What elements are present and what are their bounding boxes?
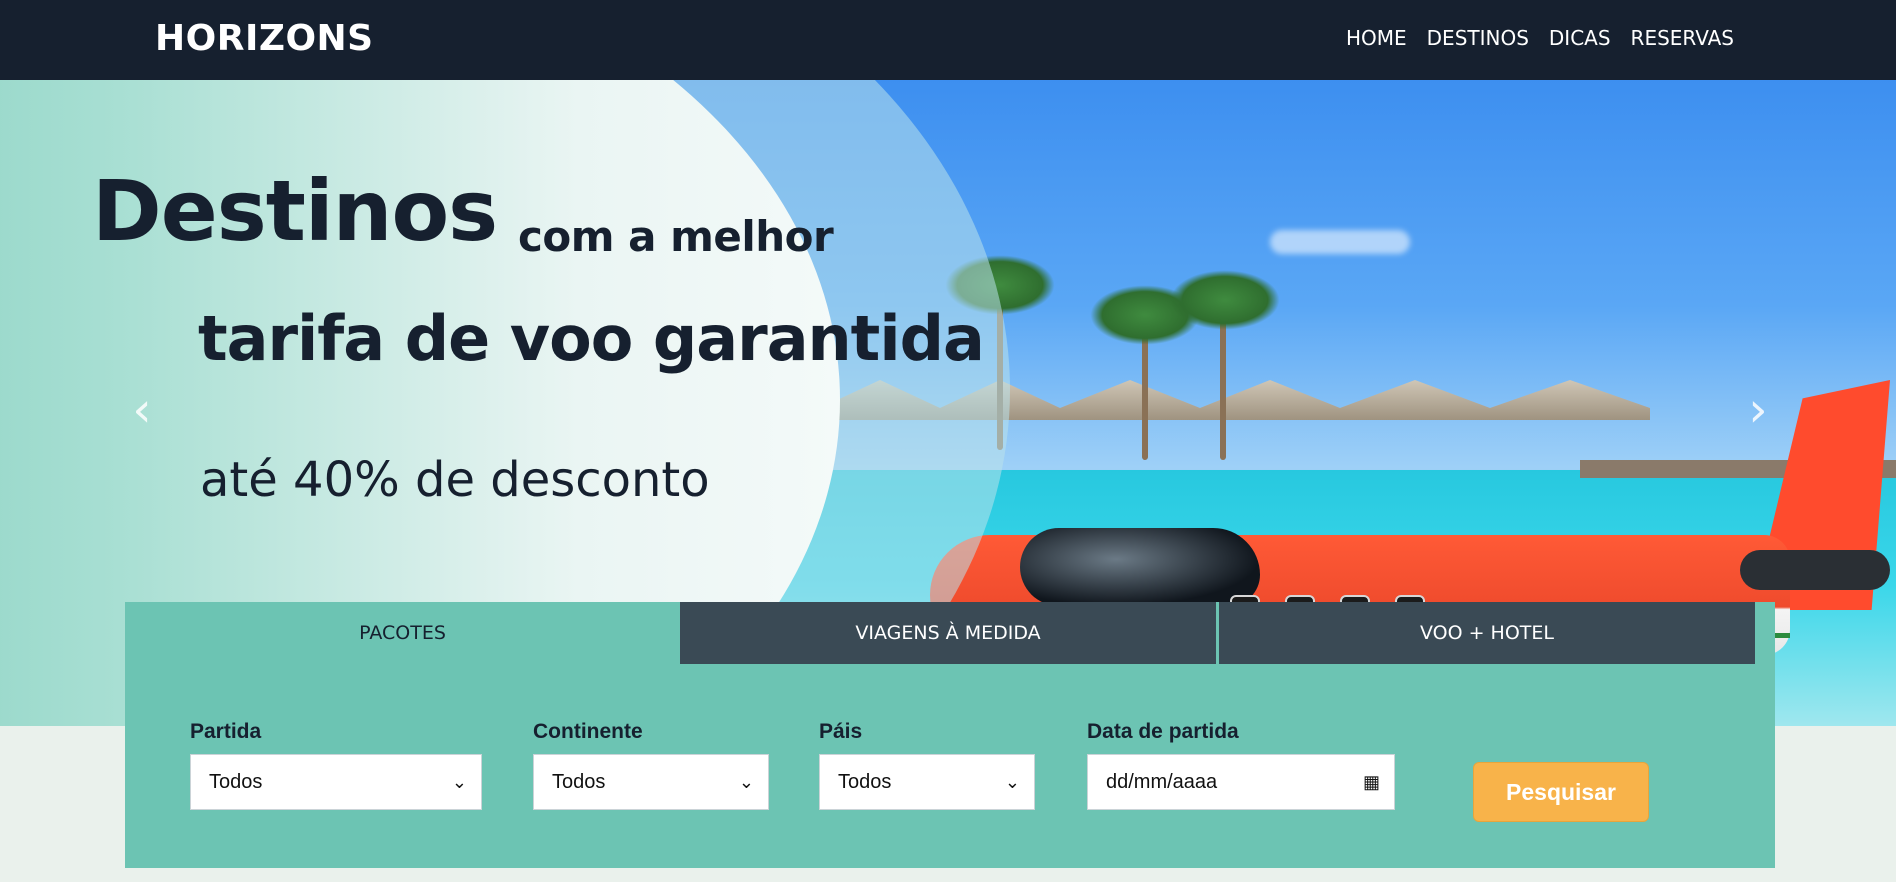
- pais-select[interactable]: Todos ⌄: [819, 754, 1035, 810]
- main-nav: HOME DESTINOS DICAS RESERVAS: [1346, 26, 1734, 50]
- nav-destinos[interactable]: DESTINOS: [1427, 26, 1529, 50]
- date-input[interactable]: dd/mm/aaaa ▦: [1087, 754, 1395, 810]
- tab-viagens-a-medida[interactable]: VIAGENS À MEDIDA: [680, 602, 1219, 664]
- nav-home[interactable]: HOME: [1346, 26, 1407, 50]
- tab-voo-hotel[interactable]: VOO + HOTEL: [1219, 602, 1755, 664]
- data-partida-field: Data de partida dd/mm/aaaa ▦: [1087, 720, 1395, 810]
- continente-label: Continente: [533, 720, 643, 743]
- hero-subtitle: tarifa de voo garantida: [198, 302, 985, 375]
- brand-logo[interactable]: HORIZONS: [155, 18, 374, 59]
- pais-value: Todos: [838, 770, 892, 793]
- continente-value: Todos: [552, 770, 606, 793]
- palm-tree: [1170, 270, 1280, 330]
- cloud: [1270, 230, 1410, 254]
- pais-field: Páis Todos ⌄: [819, 720, 1035, 810]
- partida-value: Todos: [209, 770, 263, 793]
- nav-reservas[interactable]: RESERVAS: [1631, 26, 1734, 50]
- chevron-down-icon: ⌄: [451, 771, 467, 792]
- hero-title-suffix: com a melhor: [518, 212, 834, 261]
- partida-select[interactable]: Todos ⌄: [190, 754, 482, 810]
- date-placeholder: dd/mm/aaaa: [1106, 770, 1218, 793]
- search-tabs: PACOTES VIAGENS À MEDIDA VOO + HOTEL: [125, 602, 1755, 664]
- seaplane-engine: [1020, 528, 1260, 606]
- partida-field: Partida Todos ⌄: [190, 720, 482, 810]
- pais-label: Páis: [819, 720, 863, 743]
- seaplane-stabilizer: [1740, 550, 1890, 590]
- tab-pacotes[interactable]: PACOTES: [125, 602, 680, 664]
- search-panel: PACOTES VIAGENS À MEDIDA VOO + HOTEL Par…: [125, 602, 1775, 868]
- hero-discount: até 40% de desconto: [200, 452, 710, 508]
- chevron-left-icon[interactable]: ‹: [122, 380, 162, 440]
- continente-select[interactable]: Todos ⌄: [533, 754, 769, 810]
- calendar-icon[interactable]: ▦: [1363, 772, 1380, 793]
- data-partida-label: Data de partida: [1087, 720, 1239, 743]
- search-button[interactable]: Pesquisar: [1473, 762, 1649, 822]
- top-navbar: HORIZONS HOME DESTINOS DICAS RESERVAS: [0, 0, 1896, 80]
- chevron-right-icon[interactable]: ›: [1738, 380, 1778, 440]
- chevron-down-icon: ⌄: [738, 771, 754, 792]
- nav-dicas[interactable]: DICAS: [1549, 26, 1611, 50]
- continente-field: Continente Todos ⌄: [533, 720, 769, 810]
- partida-label: Partida: [190, 720, 262, 743]
- hero-title: Destinos: [92, 162, 498, 260]
- chevron-down-icon: ⌄: [1004, 771, 1020, 792]
